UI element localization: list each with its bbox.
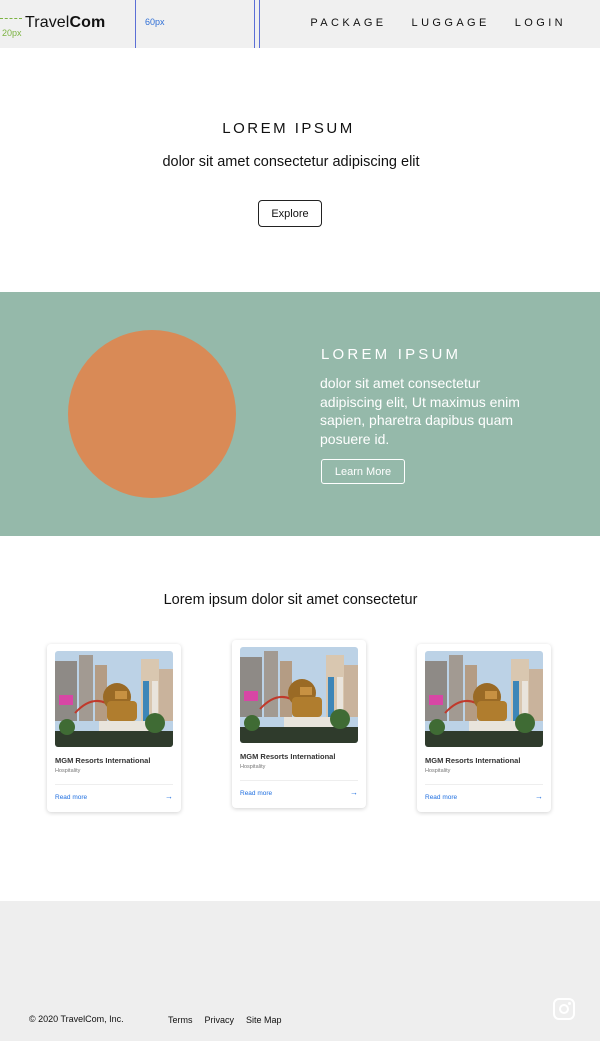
card-image-art [425, 651, 543, 747]
card-title: MGM Resorts International [425, 756, 521, 765]
card-divider [55, 784, 173, 785]
read-more-link[interactable]: Read more [55, 794, 87, 801]
feature-text: dolor sit amet consectetur adipiscing el… [320, 375, 520, 447]
nav-luggage[interactable]: LUGGAGE [412, 17, 490, 29]
site-logo[interactable]: TravelCom [25, 14, 105, 32]
card-category: Hospitality [55, 768, 81, 774]
spacing-guide-label-20: 20px [2, 28, 22, 38]
cards-section-title: Lorem ipsum dolor sit amet consectetur [163, 592, 418, 608]
arrow-right-icon[interactable]: → [535, 792, 543, 801]
site-footer: © 2020 TravelCom, Inc. Terms Privacy Sit… [0, 901, 600, 1041]
card-title: MGM Resorts International [240, 752, 336, 761]
spacing-guide-dash [0, 18, 22, 19]
card-divider [425, 784, 543, 785]
read-more-link[interactable]: Read more [425, 794, 457, 801]
lion-statue-photo [240, 647, 358, 743]
main-nav: PACKAGE LUGGAGE LOGIN [310, 17, 566, 29]
feature-band: LOREM IPSUM dolor sit amet consectetur a… [0, 292, 600, 536]
footer-link-privacy[interactable]: Privacy [205, 1015, 235, 1025]
feature-circle-graphic [68, 330, 236, 498]
logo-bold-text: Com [69, 14, 106, 31]
nav-login[interactable]: LOGIN [515, 17, 566, 29]
logo-light-text: Travel [25, 14, 70, 31]
card-image-art [55, 651, 173, 747]
feature-title: LOREM IPSUM [321, 346, 462, 363]
site-header: 20px TravelCom 60px PACKAGE LUGGAGE LOGI… [0, 0, 600, 48]
lion-statue-photo [425, 651, 543, 747]
instagram-icon[interactable] [553, 998, 575, 1020]
nav-package[interactable]: PACKAGE [310, 17, 386, 29]
arrow-right-icon[interactable]: → [165, 792, 173, 801]
hero-subtitle: dolor sit amet consectetur adipiscing el… [162, 154, 420, 170]
card-title: MGM Resorts International [55, 756, 151, 765]
footer-link-terms[interactable]: Terms [168, 1015, 193, 1025]
footer-link-site-map[interactable]: Site Map [246, 1015, 282, 1025]
lion-statue-photo [55, 651, 173, 747]
card-divider [240, 780, 358, 781]
card-image-art [240, 647, 358, 743]
spacing-guide-label-60: 60px [145, 17, 165, 27]
card-category: Hospitality [240, 764, 266, 770]
hero-title: LOREM IPSUM [222, 120, 355, 137]
card-1[interactable]: MGM Resorts International Hospitality Re… [47, 644, 181, 812]
instagram-dot [568, 1002, 571, 1005]
card-2[interactable]: MGM Resorts International Hospitality Re… [232, 640, 366, 808]
card-3[interactable]: MGM Resorts International Hospitality Re… [417, 644, 551, 812]
explore-button[interactable]: Explore [258, 200, 322, 227]
spacing-guide-line-right-a [254, 0, 255, 48]
spacing-guide-line-left [135, 0, 136, 48]
footer-links: Terms Privacy Site Map [168, 1015, 282, 1025]
read-more-link[interactable]: Read more [240, 790, 272, 797]
learn-more-button[interactable]: Learn More [321, 459, 405, 484]
spacing-guide-line-right-b [259, 0, 260, 48]
arrow-right-icon[interactable]: → [350, 788, 358, 797]
instagram-lens [559, 1004, 569, 1014]
card-category: Hospitality [425, 768, 451, 774]
copyright-text: © 2020 TravelCom, Inc. [29, 1014, 124, 1024]
